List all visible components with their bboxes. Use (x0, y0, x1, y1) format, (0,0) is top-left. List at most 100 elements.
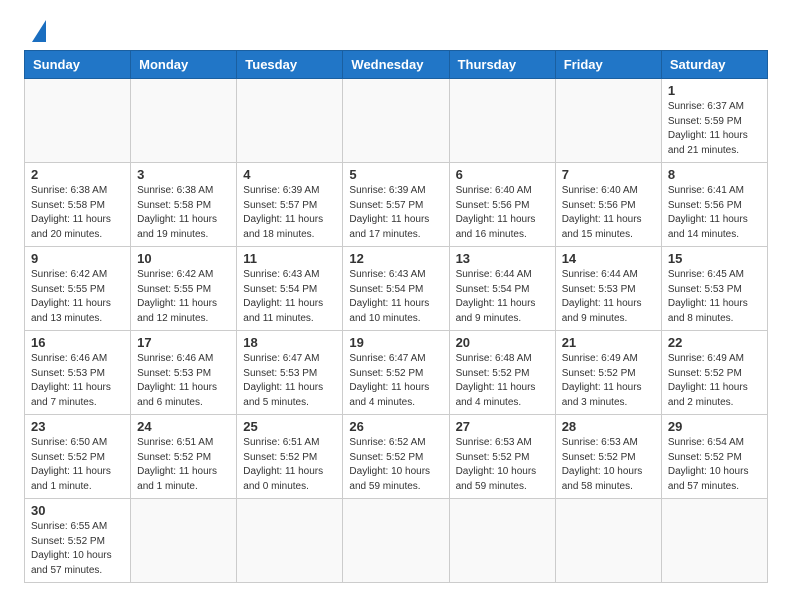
day-number: 16 (31, 335, 124, 350)
day-number: 9 (31, 251, 124, 266)
day-info: Sunrise: 6:52 AMSunset: 5:52 PMDaylight:… (349, 436, 442, 494)
day-info: Sunrise: 6:40 AMSunset: 5:56 PMDaylight:… (456, 184, 549, 242)
day-number: 13 (456, 251, 549, 266)
calendar-cell: 4 Sunrise: 6:39 AMSunset: 5:57 PMDaylight… (237, 163, 343, 247)
day-number: 1 (668, 83, 761, 98)
day-number: 18 (243, 335, 336, 350)
header (24, 20, 768, 38)
day-info: Sunrise: 6:51 AMSunset: 5:52 PMDaylight:… (243, 436, 336, 494)
day-info: Sunrise: 6:49 AMSunset: 5:52 PMDaylight:… (668, 352, 761, 410)
calendar-cell: 2Sunrise: 6:38 AMSunset: 5:58 PMDaylight… (25, 163, 131, 247)
day-number: 25 (243, 419, 336, 434)
calendar-cell: 16 Sunrise: 6:46 AMSunset: 5:53 PMDayligh… (25, 331, 131, 415)
day-info: Sunrise: 6:45 AMSunset: 5:53 PMDaylight:… (668, 268, 761, 326)
day-info: Sunrise: 6:47 AMSunset: 5:52 PMDaylight:… (349, 352, 442, 410)
calendar-cell: 29 Sunrise: 6:54 AMSunset: 5:52 PMDayligh… (661, 415, 767, 499)
day-number: 8 (668, 167, 761, 182)
calendar-cell (237, 79, 343, 163)
day-number: 4 (243, 167, 336, 182)
day-info: Sunrise: 6:44 AMSunset: 5:54 PMDaylight:… (456, 268, 549, 326)
day-info: Sunrise: 6:53 AMSunset: 5:52 PMDaylight:… (562, 436, 655, 494)
calendar-cell: 15 Sunrise: 6:45 AMSunset: 5:53 PMDayligh… (661, 247, 767, 331)
calendar-cell: 14 Sunrise: 6:44 AMSunset: 5:53 PMDayligh… (555, 247, 661, 331)
day-info: Sunrise: 6:55 AMSunset: 5:52 PMDaylight:… (31, 520, 124, 578)
day-info: Sunrise: 6:40 AMSunset: 5:56 PMDaylight:… (562, 184, 655, 242)
day-number: 6 (456, 167, 549, 182)
weekday-thursday: Thursday (449, 51, 555, 79)
day-info: Sunrise: 6:53 AMSunset: 5:52 PMDaylight:… (456, 436, 549, 494)
calendar-cell: 17 Sunrise: 6:46 AMSunset: 5:53 PMDayligh… (131, 331, 237, 415)
logo-triangle-icon (32, 20, 46, 42)
day-info: Sunrise: 6:50 AMSunset: 5:52 PMDaylight:… (31, 436, 124, 494)
calendar-cell: 8 Sunrise: 6:41 AMSunset: 5:56 PMDaylight… (661, 163, 767, 247)
logo-area (24, 20, 46, 38)
calendar-cell: 3 Sunrise: 6:38 AMSunset: 5:58 PMDaylight… (131, 163, 237, 247)
day-info: Sunrise: 6:39 AMSunset: 5:57 PMDaylight:… (243, 184, 336, 242)
weekday-saturday: Saturday (661, 51, 767, 79)
day-number: 7 (562, 167, 655, 182)
weekday-tuesday: Tuesday (237, 51, 343, 79)
day-info: Sunrise: 6:48 AMSunset: 5:52 PMDaylight:… (456, 352, 549, 410)
day-number: 14 (562, 251, 655, 266)
day-number: 17 (137, 335, 230, 350)
day-number: 26 (349, 419, 442, 434)
weekday-sunday: Sunday (25, 51, 131, 79)
calendar-cell (343, 79, 449, 163)
day-number: 30 (31, 503, 124, 518)
logo (24, 20, 46, 42)
day-info: Sunrise: 6:37 AMSunset: 5:59 PMDaylight:… (668, 100, 761, 158)
day-number: 28 (562, 419, 655, 434)
day-info: Sunrise: 6:44 AMSunset: 5:53 PMDaylight:… (562, 268, 655, 326)
day-number: 27 (456, 419, 549, 434)
day-info: Sunrise: 6:38 AMSunset: 5:58 PMDaylight:… (137, 184, 230, 242)
day-number: 15 (668, 251, 761, 266)
calendar-cell: 21Sunrise: 6:49 AMSunset: 5:52 PMDayligh… (555, 331, 661, 415)
day-number: 3 (137, 167, 230, 182)
calendar-cell: 19 Sunrise: 6:47 AMSunset: 5:52 PMDayligh… (343, 331, 449, 415)
calendar-cell (25, 79, 131, 163)
calendar-cell: 5 Sunrise: 6:39 AMSunset: 5:57 PMDaylight… (343, 163, 449, 247)
day-info: Sunrise: 6:43 AMSunset: 5:54 PMDaylight:… (349, 268, 442, 326)
calendar-cell (237, 499, 343, 583)
calendar-cell: 23Sunrise: 6:50 AMSunset: 5:52 PMDayligh… (25, 415, 131, 499)
day-number: 20 (456, 335, 549, 350)
day-info: Sunrise: 6:39 AMSunset: 5:57 PMDaylight:… (349, 184, 442, 242)
calendar-cell: 27 Sunrise: 6:53 AMSunset: 5:52 PMDayligh… (449, 415, 555, 499)
weekday-friday: Friday (555, 51, 661, 79)
day-info: Sunrise: 6:46 AMSunset: 5:53 PMDaylight:… (31, 352, 124, 410)
calendar-cell (555, 79, 661, 163)
day-info: Sunrise: 6:41 AMSunset: 5:56 PMDaylight:… (668, 184, 761, 242)
calendar-cell: 6 Sunrise: 6:40 AMSunset: 5:56 PMDaylight… (449, 163, 555, 247)
day-info: Sunrise: 6:38 AMSunset: 5:58 PMDaylight:… (31, 184, 124, 242)
calendar-cell: 22Sunrise: 6:49 AMSunset: 5:52 PMDayligh… (661, 331, 767, 415)
day-number: 19 (349, 335, 442, 350)
day-number: 12 (349, 251, 442, 266)
weekday-header-row: SundayMondayTuesdayWednesdayThursdayFrid… (25, 51, 768, 79)
day-info: Sunrise: 6:54 AMSunset: 5:52 PMDaylight:… (668, 436, 761, 494)
page: SundayMondayTuesdayWednesdayThursdayFrid… (0, 0, 792, 612)
weekday-monday: Monday (131, 51, 237, 79)
calendar-cell: 28 Sunrise: 6:53 AMSunset: 5:52 PMDayligh… (555, 415, 661, 499)
calendar-cell: 25 Sunrise: 6:51 AMSunset: 5:52 PMDayligh… (237, 415, 343, 499)
calendar-cell: 24Sunrise: 6:51 AMSunset: 5:52 PMDayligh… (131, 415, 237, 499)
day-number: 5 (349, 167, 442, 182)
day-number: 29 (668, 419, 761, 434)
calendar-cell: 11 Sunrise: 6:43 AMSunset: 5:54 PMDayligh… (237, 247, 343, 331)
day-number: 11 (243, 251, 336, 266)
calendar-cell: 12 Sunrise: 6:43 AMSunset: 5:54 PMDayligh… (343, 247, 449, 331)
day-info: Sunrise: 6:43 AMSunset: 5:54 PMDaylight:… (243, 268, 336, 326)
day-info: Sunrise: 6:47 AMSunset: 5:53 PMDaylight:… (243, 352, 336, 410)
day-number: 21 (562, 335, 655, 350)
calendar-cell: 10Sunrise: 6:42 AMSunset: 5:55 PMDayligh… (131, 247, 237, 331)
calendar-cell (131, 499, 237, 583)
calendar-cell (449, 499, 555, 583)
calendar-cell: 30 Sunrise: 6:55 AMSunset: 5:52 PMDayligh… (25, 499, 131, 583)
calendar-cell: 13 Sunrise: 6:44 AMSunset: 5:54 PMDayligh… (449, 247, 555, 331)
calendar-cell (449, 79, 555, 163)
weekday-wednesday: Wednesday (343, 51, 449, 79)
day-info: Sunrise: 6:42 AMSunset: 5:55 PMDaylight:… (31, 268, 124, 326)
day-number: 24 (137, 419, 230, 434)
calendar-cell (661, 499, 767, 583)
day-info: Sunrise: 6:46 AMSunset: 5:53 PMDaylight:… (137, 352, 230, 410)
calendar-cell: 20 Sunrise: 6:48 AMSunset: 5:52 PMDayligh… (449, 331, 555, 415)
